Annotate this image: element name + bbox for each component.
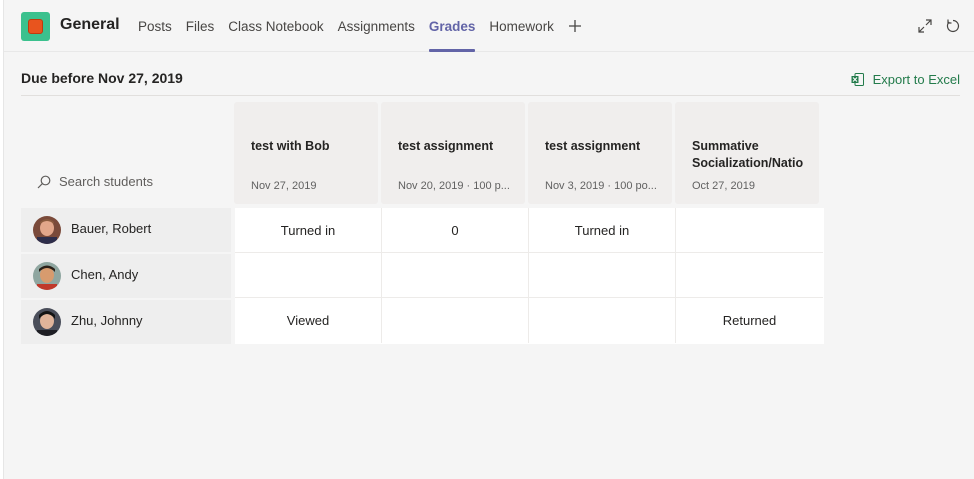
student-name: Chen, Andy bbox=[71, 266, 139, 282]
avatar bbox=[33, 308, 61, 336]
tab-assignments[interactable]: Assignments bbox=[331, 0, 422, 52]
assignment-header[interactable]: test assignment Nov 3, 2019 · 100 po... bbox=[528, 102, 672, 204]
plus-icon bbox=[568, 20, 581, 32]
student-row[interactable]: Chen, Andy bbox=[21, 254, 231, 298]
tab-files[interactable]: Files bbox=[179, 0, 222, 52]
app-frame: General Posts Files Class Notebook Assig… bbox=[3, 0, 974, 479]
grade-cell[interactable]: Turned in bbox=[529, 208, 676, 253]
export-label: Export to Excel bbox=[872, 72, 960, 87]
grade-cell[interactable] bbox=[235, 253, 382, 298]
tab-class-notebook[interactable]: Class Notebook bbox=[221, 0, 330, 52]
team-avatar-inner bbox=[28, 19, 43, 34]
grade-cell[interactable] bbox=[382, 298, 529, 343]
search-students[interactable]: Search students bbox=[37, 174, 153, 189]
student-row[interactable]: Zhu, Johnny bbox=[21, 300, 231, 344]
export-to-excel-button[interactable]: Export to Excel bbox=[851, 72, 960, 87]
search-placeholder: Search students bbox=[59, 174, 153, 189]
assignment-title: Summative Socialization/Natio bbox=[692, 139, 804, 170]
grade-cell[interactable] bbox=[676, 208, 823, 253]
assignment-header[interactable]: test assignment Nov 20, 2019 · 100 p... bbox=[381, 102, 525, 204]
tab-posts[interactable]: Posts bbox=[131, 0, 179, 52]
avatar bbox=[33, 216, 61, 244]
tab-homework[interactable]: Homework bbox=[482, 0, 561, 52]
assignment-title: test assignment bbox=[398, 139, 494, 153]
channel-header: General Posts Files Class Notebook Assig… bbox=[4, 0, 974, 52]
refresh-button[interactable] bbox=[945, 18, 961, 34]
search-icon bbox=[37, 175, 51, 188]
channel-name: General bbox=[60, 16, 120, 33]
student-row[interactable]: Bauer, Robert bbox=[21, 208, 231, 252]
grade-cell[interactable]: Returned bbox=[676, 298, 823, 343]
student-name: Zhu, Johnny bbox=[71, 312, 143, 328]
avatar bbox=[33, 262, 61, 290]
expand-icon bbox=[918, 19, 932, 33]
refresh-icon bbox=[946, 19, 960, 33]
grade-cell[interactable]: Turned in bbox=[235, 208, 382, 253]
grades-grid: Turned in 0 Turned in Viewed Returned bbox=[235, 208, 824, 344]
assignment-header[interactable]: Summative Socialization/Natio Oct 27, 20… bbox=[675, 102, 819, 204]
team-avatar-icon[interactable] bbox=[21, 12, 50, 41]
grade-cell[interactable]: 0 bbox=[382, 208, 529, 253]
grade-cell[interactable] bbox=[529, 253, 676, 298]
grade-cell[interactable] bbox=[382, 253, 529, 298]
add-tab-button[interactable] bbox=[561, 0, 589, 52]
excel-icon bbox=[851, 73, 864, 86]
assignment-subtitle: Nov 27, 2019 bbox=[251, 180, 317, 192]
due-bar: Due before Nov 27, 2019 Export to Excel bbox=[21, 62, 960, 96]
assignment-title: test assignment bbox=[545, 139, 641, 153]
grade-cell[interactable] bbox=[676, 253, 823, 298]
student-name: Bauer, Robert bbox=[71, 220, 152, 236]
assignment-subtitle: Oct 27, 2019 bbox=[692, 180, 755, 192]
assignment-header[interactable]: test with Bob Nov 27, 2019 bbox=[234, 102, 378, 204]
expand-button[interactable] bbox=[917, 18, 933, 34]
grade-cell[interactable] bbox=[529, 298, 676, 343]
assignment-subtitle: Nov 20, 2019 · 100 p... bbox=[398, 180, 510, 192]
tab-grades[interactable]: Grades bbox=[422, 0, 483, 52]
assignment-subtitle: Nov 3, 2019 · 100 po... bbox=[545, 180, 657, 192]
due-title: Due before Nov 27, 2019 bbox=[21, 70, 183, 86]
grade-cell[interactable]: Viewed bbox=[235, 298, 382, 343]
assignment-title: test with Bob bbox=[251, 139, 330, 153]
channel-tabs: Posts Files Class Notebook Assignments G… bbox=[131, 0, 589, 52]
